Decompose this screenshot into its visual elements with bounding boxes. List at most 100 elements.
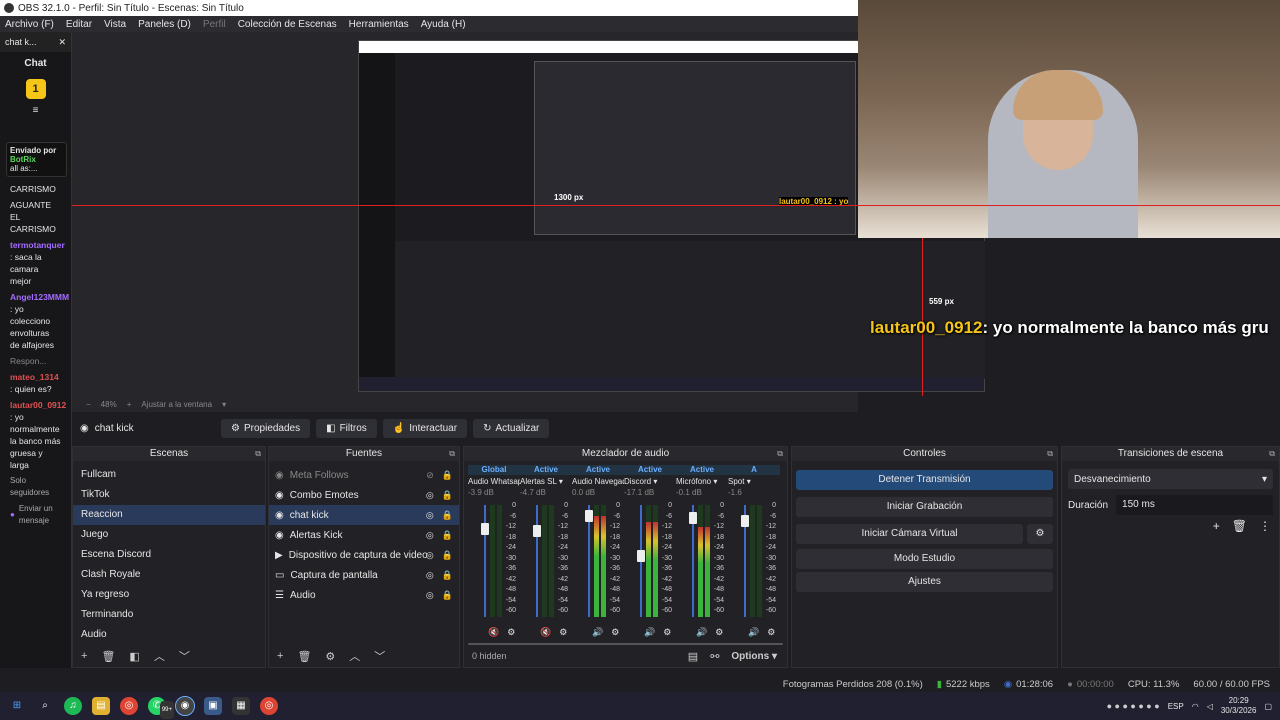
windows-start-icon[interactable]: ⊞: [8, 697, 26, 715]
fader-knob[interactable]: [637, 550, 645, 562]
volume-fader[interactable]: [689, 505, 697, 617]
channel-settings-icon[interactable]: ⚙: [559, 627, 567, 638]
store-icon[interactable]: ▣: [204, 697, 222, 715]
whatsapp-icon[interactable]: ✆ 99+: [148, 697, 174, 719]
channel-name[interactable]: Audio Whatsapp ▾: [468, 477, 520, 486]
eye-icon[interactable]: ◎: [426, 490, 434, 501]
volume-fader[interactable]: [741, 505, 749, 617]
eye-icon[interactable]: ◎: [426, 570, 434, 581]
duration-input[interactable]: 150 ms: [1116, 495, 1273, 515]
volume-fader[interactable]: [481, 505, 489, 617]
trash-icon[interactable]: 🗑: [101, 650, 115, 663]
chat-tab-label[interactable]: chat k...: [5, 37, 37, 47]
menu-paneles[interactable]: Paneles (D): [138, 19, 191, 30]
options-button[interactable]: Options ▾: [731, 651, 777, 662]
obs-icon[interactable]: ◉: [175, 696, 195, 716]
fader-knob[interactable]: [481, 523, 489, 535]
properties-button[interactable]: ⚙ Propiedades: [221, 418, 311, 438]
fader-knob[interactable]: [689, 512, 697, 524]
speaker-icon[interactable]: 🔊: [696, 627, 707, 638]
source-item[interactable]: ▶ Dispositivo de captura de video ◎ 🔒: [269, 545, 459, 565]
lock-icon[interactable]: 🔒: [442, 470, 453, 481]
fader-knob[interactable]: [585, 510, 593, 522]
volume-fader[interactable]: [585, 505, 593, 617]
channel-name[interactable]: Micrófono ▾: [676, 477, 728, 486]
virtualcam-settings-icon[interactable]: ⚙: [1027, 524, 1053, 544]
volume-fader[interactable]: [637, 505, 645, 617]
folder-icon[interactable]: ▤: [92, 697, 110, 715]
fader-knob[interactable]: [741, 515, 749, 527]
popout-icon[interactable]: ⧉: [1269, 447, 1275, 461]
menu-editar[interactable]: Editar: [66, 19, 92, 30]
speaker-icon[interactable]: 🔊: [592, 627, 603, 638]
filter-icon[interactable]: ◧: [129, 650, 139, 663]
lang-indicator[interactable]: ESP: [1168, 702, 1184, 711]
interact-button[interactable]: ☝ Interactuar: [382, 418, 468, 438]
scene-item[interactable]: Fullcam: [73, 465, 265, 485]
volume-icon[interactable]: ◁: [1207, 702, 1213, 711]
scene-item[interactable]: Terminando: [73, 605, 265, 625]
chevron-down-icon[interactable]: ▾: [222, 400, 226, 409]
lock-icon[interactable]: 🔒: [442, 550, 453, 561]
more-icon[interactable]: ⋮: [1259, 519, 1271, 533]
chrome-icon[interactable]: ◎: [120, 697, 138, 715]
start-recording-button[interactable]: Iniciar Grabación: [796, 497, 1053, 517]
menu-ayuda[interactable]: Ayuda (H): [421, 19, 466, 30]
channel-settings-icon[interactable]: ⚙: [611, 627, 619, 638]
spotify-icon[interactable]: ♫: [64, 697, 82, 715]
message-user[interactable]: mateo_1314: [10, 372, 59, 382]
scene-item[interactable]: TikTok: [73, 485, 265, 505]
fit-window-button[interactable]: Ajustar a la ventana: [141, 400, 212, 409]
scene-item[interactable]: Audio: [73, 625, 265, 645]
scene-item[interactable]: Clash Royale: [73, 565, 265, 585]
scene-item[interactable]: Escena Discord: [73, 545, 265, 565]
gear-icon[interactable]: ⚙: [325, 650, 335, 663]
scene-item[interactable]: Ya regreso: [73, 585, 265, 605]
speaker-icon[interactable]: 🔊: [644, 627, 655, 638]
pin-icon[interactable]: ≡: [0, 105, 71, 116]
muted-speaker-icon[interactable]: 🔇: [540, 627, 551, 638]
source-item[interactable]: ◉ chat kick ◎ 🔒: [269, 505, 459, 525]
wifi-icon[interactable]: ◠: [1192, 702, 1199, 711]
zoom-out-icon[interactable]: −: [86, 400, 91, 409]
chrome-icon[interactable]: ◎: [260, 697, 278, 715]
transition-select[interactable]: Desvanecimiento ▾: [1068, 469, 1273, 489]
close-icon[interactable]: ✕: [58, 37, 66, 48]
chevron-down-icon[interactable]: ﹀: [179, 648, 190, 664]
eye-icon[interactable]: ◎: [426, 510, 434, 521]
chat-input[interactable]: ● Enviar un mensaje: [0, 501, 71, 529]
volume-fader[interactable]: [533, 505, 541, 617]
source-item[interactable]: ▭ Captura de pantalla ◎ 🔒: [269, 565, 459, 585]
chevron-up-icon[interactable]: ︿: [154, 648, 165, 664]
channel-settings-icon[interactable]: ⚙: [663, 627, 671, 638]
fader-knob[interactable]: [533, 525, 541, 537]
channel-settings-icon[interactable]: ⚙: [507, 627, 515, 638]
popout-icon[interactable]: ⧉: [255, 447, 261, 461]
filters-button[interactable]: ◧ Filtros: [316, 418, 377, 438]
speaker-icon[interactable]: 🔊: [748, 627, 759, 638]
clock[interactable]: 20:29 30/3/2026: [1221, 696, 1257, 716]
notifications-icon[interactable]: ▢: [1264, 702, 1272, 711]
lock-icon[interactable]: 🔒: [442, 530, 453, 541]
source-item[interactable]: ◉ Combo Emotes ◎ 🔒: [269, 485, 459, 505]
source-item[interactable]: ◉ Meta Follows ⊘ 🔒: [269, 465, 459, 485]
channel-name[interactable]: Spot ▾: [728, 477, 780, 486]
source-item[interactable]: ◉ Alertas Kick ◎ 🔒: [269, 525, 459, 545]
stop-stream-button[interactable]: Detener Transmisión: [796, 470, 1053, 490]
scene-item[interactable]: Juego: [73, 525, 265, 545]
settings-button[interactable]: Ajustes: [796, 572, 1053, 592]
search-icon[interactable]: ⌕: [36, 697, 54, 715]
layout-icon[interactable]: ▤: [688, 650, 698, 663]
menu-vista[interactable]: Vista: [104, 19, 126, 30]
channel-name[interactable]: Discord ▾: [624, 477, 676, 486]
chevron-down-icon[interactable]: ﹀: [374, 648, 385, 664]
trash-icon[interactable]: 🗑: [297, 650, 311, 663]
menu-herramientas[interactable]: Herramientas: [349, 19, 409, 30]
eye-icon[interactable]: ◎: [426, 550, 434, 561]
lock-icon[interactable]: 🔒: [442, 490, 453, 501]
chevron-up-icon[interactable]: ︿: [349, 648, 360, 664]
eye-hidden-icon[interactable]: ⊘: [426, 470, 434, 481]
popout-icon[interactable]: ⧉: [1047, 447, 1053, 461]
trash-icon[interactable]: 🗑: [1232, 519, 1247, 533]
lock-icon[interactable]: 🔒: [442, 570, 453, 581]
